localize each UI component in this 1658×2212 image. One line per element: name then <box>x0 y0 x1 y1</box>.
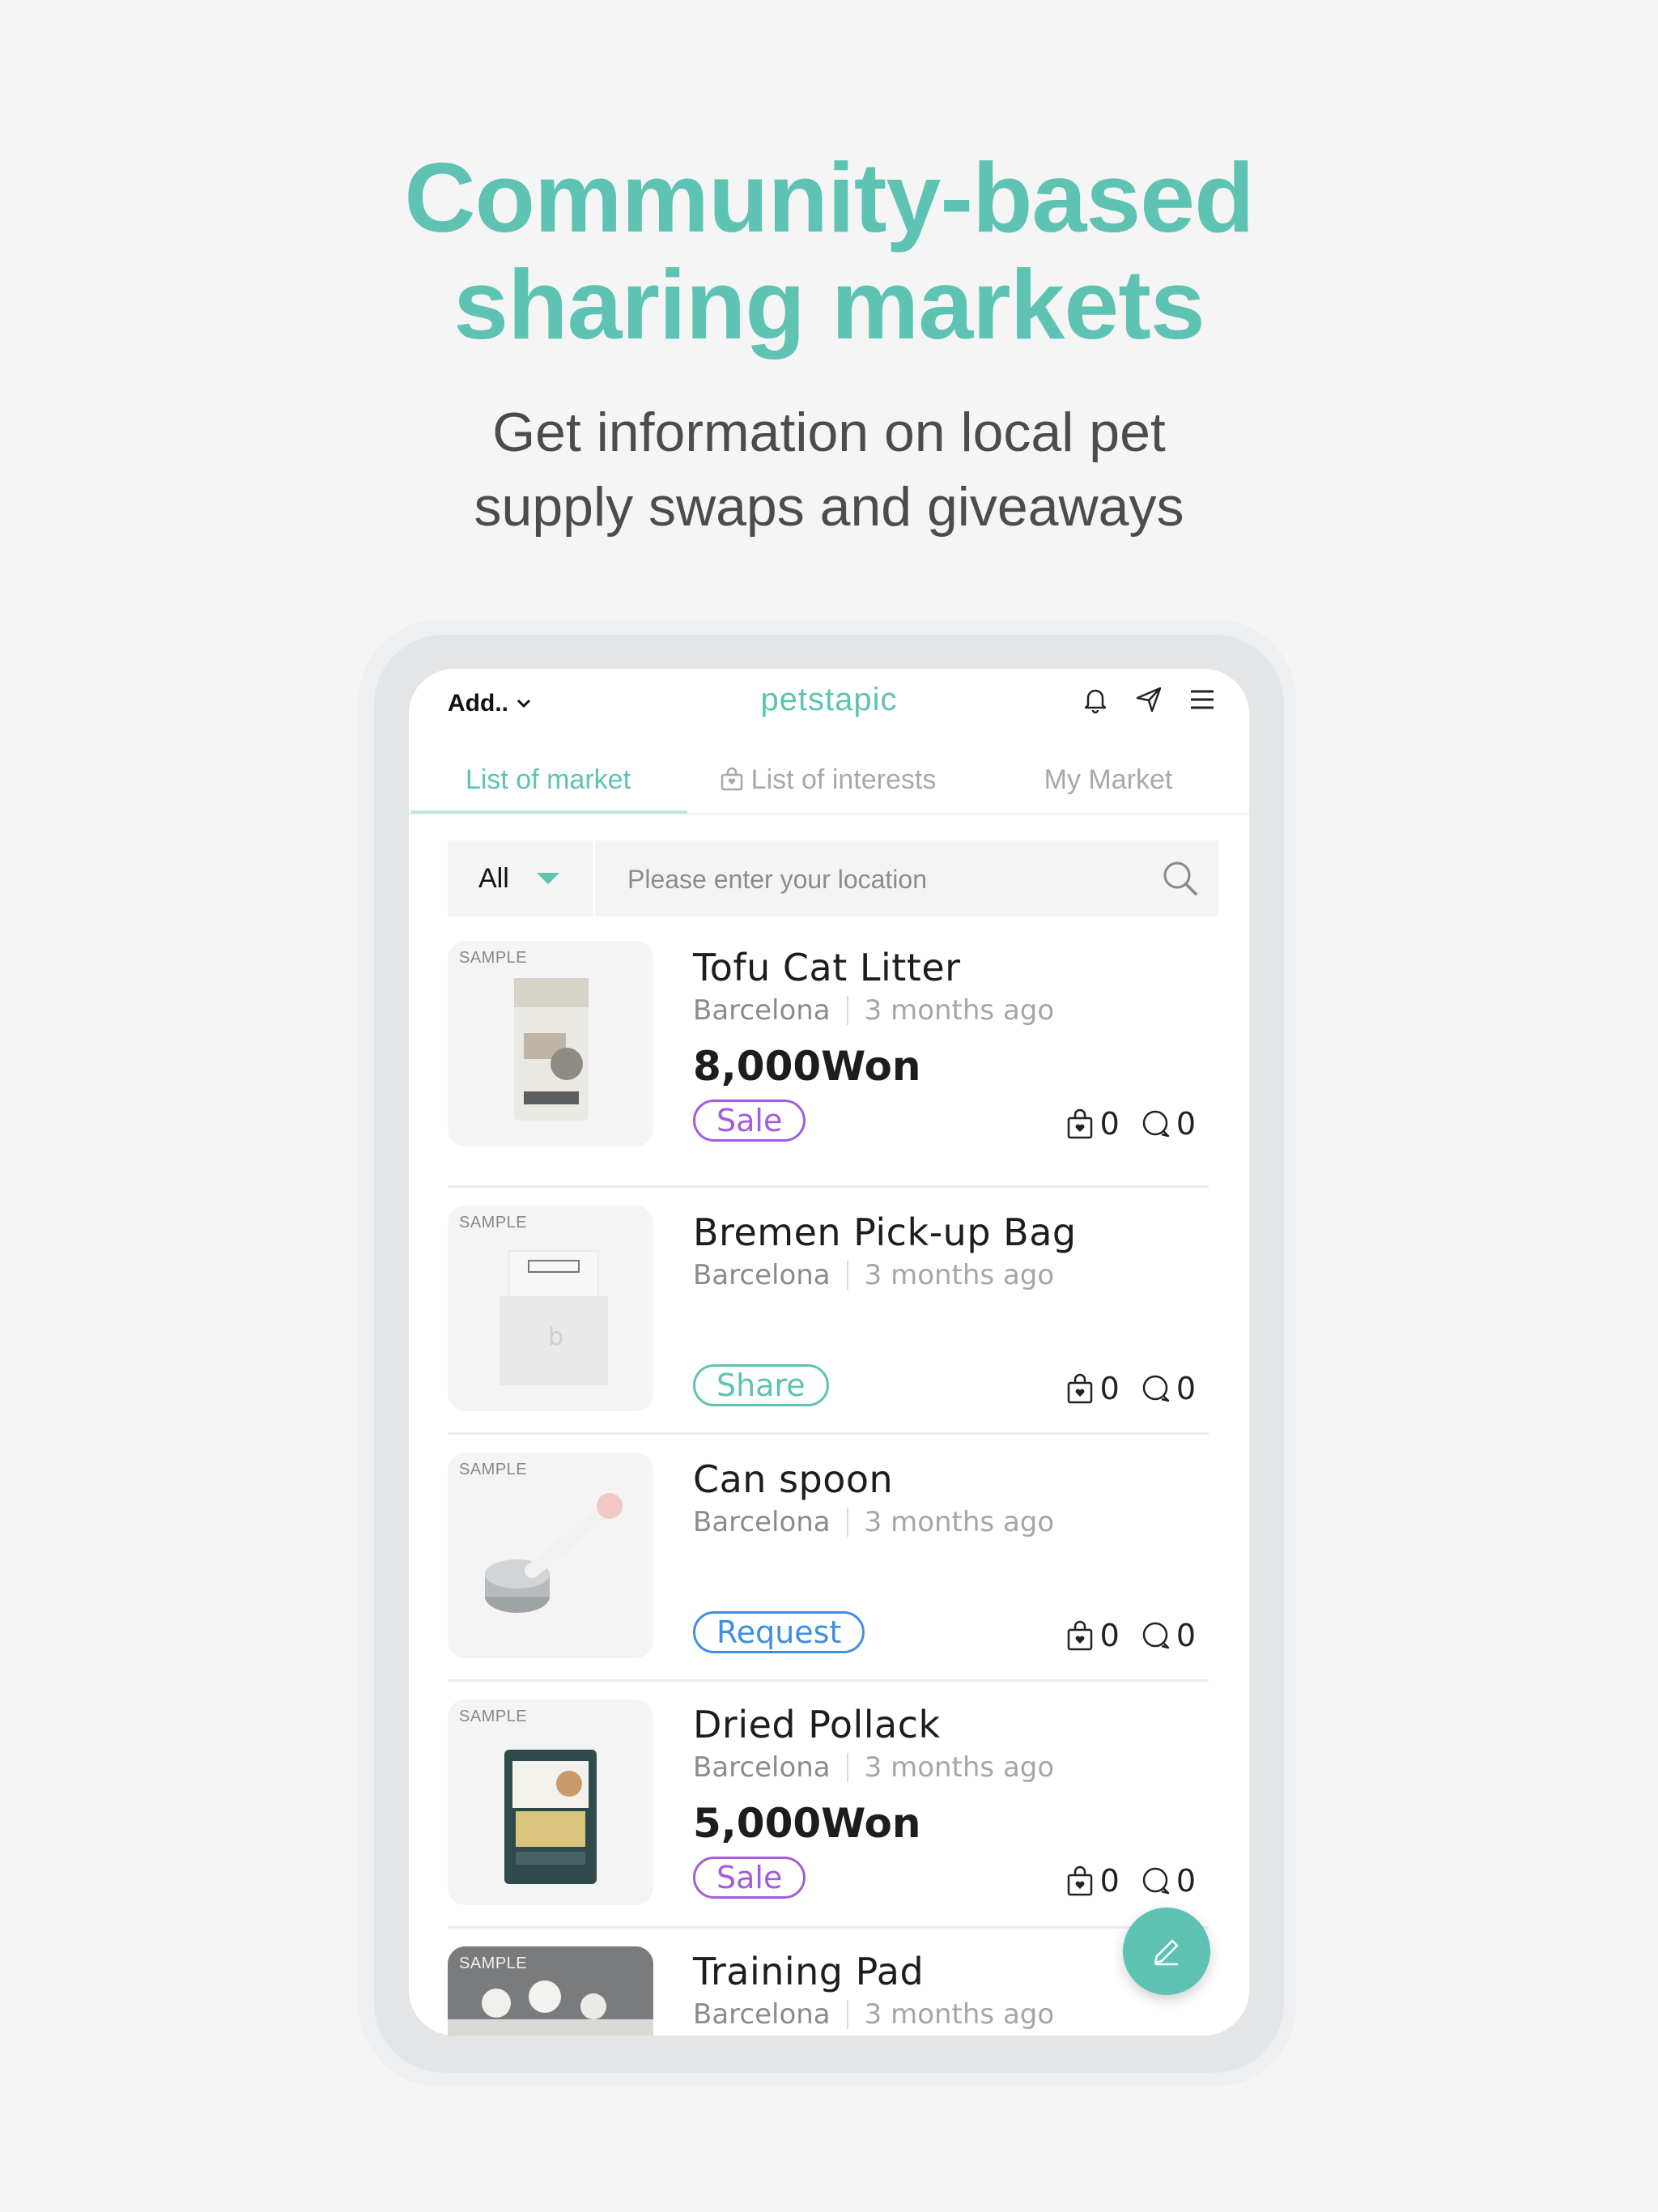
hero-subtitle: Get information on local pet supply swap… <box>0 395 1658 544</box>
interest-bag-icon <box>1067 1373 1092 1404</box>
item-location: Barcelona <box>693 994 831 1027</box>
item-location: Barcelona <box>693 1998 831 2031</box>
hero-subtitle-line1: Get information on local pet <box>492 402 1166 463</box>
divider <box>846 2000 848 2029</box>
comment-count: 0 <box>1175 1618 1196 1653</box>
item-price: 5,000Won <box>693 1800 921 1847</box>
tab-list-of-market[interactable]: List of market <box>409 751 687 808</box>
hero-title: Community-based sharing markets <box>0 144 1658 358</box>
hero-title-line2: sharing markets <box>453 249 1205 359</box>
comment-icon <box>1142 1375 1170 1402</box>
cat-litter-bag-image <box>514 978 589 1121</box>
list-item[interactable]: SAMPLE Tofu Cat Litter Barcelona 3 month… <box>448 941 1209 1188</box>
item-meta: Barcelona 3 months ago <box>693 1998 1054 2031</box>
product-thumbnail: SAMPLE <box>448 1699 653 1905</box>
interest-bag-icon <box>1067 1865 1092 1896</box>
interest-bag-icon <box>1067 1620 1092 1651</box>
item-meta: Barcelona 3 months ago <box>693 994 1054 1027</box>
comment-icon <box>1142 1622 1170 1649</box>
item-title: Can spoon <box>693 1457 894 1501</box>
status-badge: Sale <box>693 1857 806 1899</box>
comment-count: 0 <box>1175 1371 1196 1406</box>
filter-selected-value: All <box>478 862 509 894</box>
comment-count: 0 <box>1175 1863 1196 1899</box>
pickup-bag-image: b <box>500 1250 608 1385</box>
item-meta: Barcelona 3 months ago <box>693 1506 1054 1538</box>
divider <box>846 996 848 1025</box>
item-price: 8,000Won <box>693 1043 921 1090</box>
write-post-button[interactable] <box>1123 1908 1210 1995</box>
tab-label: List of interests <box>750 764 937 795</box>
tab-my-market[interactable]: My Market <box>967 751 1249 808</box>
product-thumbnail: SAMPLE <box>448 941 653 1146</box>
item-time: 3 months ago <box>864 1998 1055 2031</box>
list-item[interactable]: SAMPLE Can spoon Barcelona 3 months ago … <box>448 1435 1209 1682</box>
status-badge: Share <box>693 1364 829 1406</box>
interest-count: 0 <box>1099 1106 1120 1142</box>
sample-label: SAMPLE <box>459 1461 528 1478</box>
product-thumbnail: SAMPLE <box>448 1453 653 1658</box>
can-spoon-image <box>485 1493 623 1613</box>
pencil-icon <box>1154 1939 1179 1966</box>
item-title: Training Pad <box>693 1950 925 1993</box>
top-icons <box>1081 685 1217 714</box>
hero-title-line1: Community-based <box>404 143 1254 253</box>
sample-label: SAMPLE <box>459 1708 528 1725</box>
item-stats: 0 0 <box>1065 1371 1196 1406</box>
menu-icon[interactable] <box>1188 685 1217 714</box>
divider <box>846 1261 848 1290</box>
item-stats: 0 0 <box>1065 1106 1196 1142</box>
bell-icon[interactable] <box>1081 685 1110 714</box>
caret-down-icon <box>536 873 559 884</box>
hero-subtitle-line2: supply swaps and giveaways <box>474 476 1184 538</box>
comment-icon <box>1142 1867 1170 1895</box>
app-screen: Add.. petstapic List of market List of i… <box>409 669 1249 2035</box>
item-location: Barcelona <box>693 1751 831 1784</box>
item-time: 3 months ago <box>864 1259 1055 1291</box>
tab-label: List of market <box>465 764 631 795</box>
item-stats: 0 0 <box>1065 1863 1196 1899</box>
item-title: Tofu Cat Litter <box>693 946 961 989</box>
status-badge: Request <box>693 1611 865 1653</box>
bag-icon <box>721 767 742 791</box>
active-tab-indicator <box>410 810 687 814</box>
sample-label: SAMPLE <box>459 1955 528 1972</box>
item-time: 3 months ago <box>864 1751 1055 1784</box>
interest-count: 0 <box>1099 1618 1120 1653</box>
list-item[interactable]: b SAMPLE Bremen Pick-up Bag Barcelona 3 … <box>448 1188 1209 1435</box>
item-time: 3 months ago <box>864 994 1055 1027</box>
product-thumbnail: b SAMPLE <box>448 1206 653 1411</box>
item-title: Bremen Pick-up Bag <box>693 1210 1077 1254</box>
status-badge: Sale <box>693 1100 806 1142</box>
item-time: 3 months ago <box>864 1506 1055 1538</box>
item-location: Barcelona <box>693 1506 831 1538</box>
comment-count: 0 <box>1175 1106 1196 1142</box>
market-list: SAMPLE Tofu Cat Litter Barcelona 3 month… <box>448 941 1209 2035</box>
item-location: Barcelona <box>693 1259 831 1291</box>
sample-label: SAMPLE <box>459 949 528 967</box>
category-filter-select[interactable]: All <box>448 840 593 917</box>
sample-label: SAMPLE <box>459 1214 528 1231</box>
divider <box>846 1508 848 1537</box>
item-stats: 0 0 <box>1065 1618 1196 1653</box>
tab-label: My Market <box>1044 764 1173 795</box>
list-item[interactable]: SAMPLE Dried Pollack Barcelona 3 months … <box>448 1682 1209 1929</box>
tab-list-of-interests[interactable]: List of interests <box>687 751 967 808</box>
svg-text:b: b <box>548 1323 563 1351</box>
list-item[interactable]: SAMPLE Training Pad Barcelona 3 months a… <box>448 1929 1209 2035</box>
item-title: Dried Pollack <box>693 1703 941 1746</box>
interest-bag-icon <box>1067 1108 1092 1139</box>
location-search-input[interactable] <box>626 840 1131 918</box>
product-thumbnail: SAMPLE <box>448 1946 653 2035</box>
divider <box>846 1753 848 1782</box>
interest-count: 0 <box>1099 1863 1120 1899</box>
item-meta: Barcelona 3 months ago <box>693 1259 1054 1291</box>
send-icon[interactable] <box>1134 685 1163 714</box>
dried-pollack-bag-image <box>504 1750 597 1884</box>
search-icon[interactable] <box>1160 858 1201 899</box>
interest-count: 0 <box>1099 1371 1120 1406</box>
item-meta: Barcelona 3 months ago <box>693 1751 1054 1784</box>
search-box <box>595 840 1218 918</box>
comment-icon <box>1142 1110 1170 1138</box>
